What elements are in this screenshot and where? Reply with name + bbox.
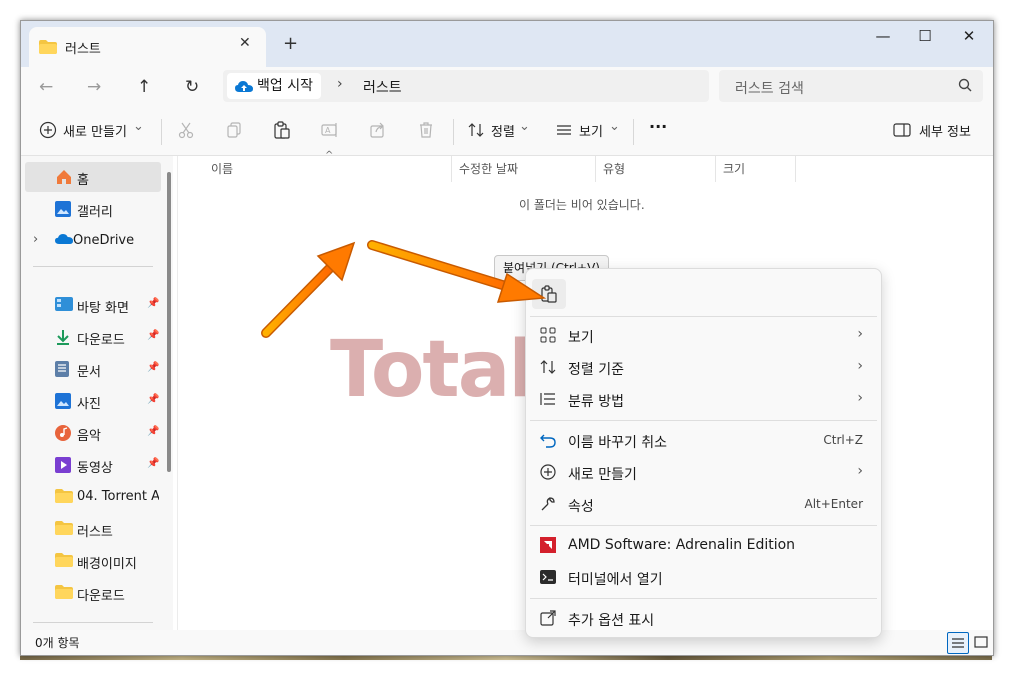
arrow-up-right <box>261 241 356 338</box>
annotation-arrows <box>261 240 547 338</box>
arrow-to-paste <box>367 240 547 303</box>
